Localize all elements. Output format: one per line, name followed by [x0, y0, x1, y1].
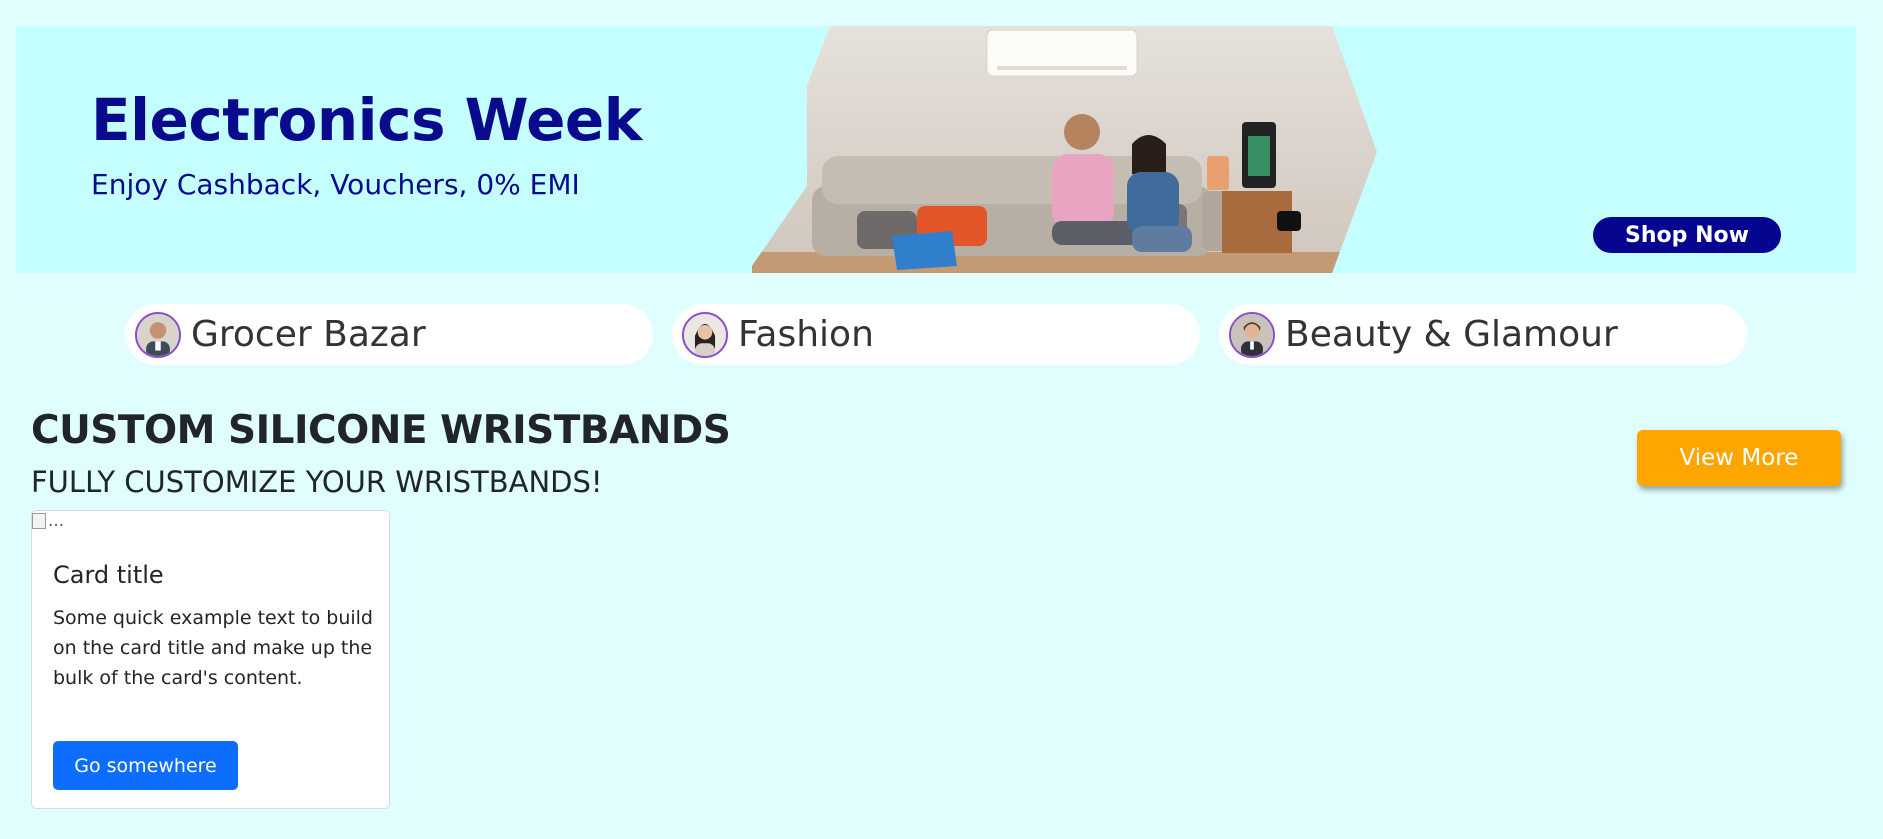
section-title: CUSTOM SILICONE WRISTBANDS — [31, 408, 731, 453]
banner-title: Electronics Week — [91, 86, 642, 154]
avatar-woman-icon — [682, 311, 728, 358]
card-image-placeholder: ... — [32, 511, 64, 531]
banner-lifestyle-image — [752, 26, 1377, 273]
card-title: Card title — [53, 561, 164, 589]
category-beauty-glamour[interactable]: Beauty & Glamour — [1219, 304, 1747, 365]
go-somewhere-button[interactable]: Go somewhere — [53, 741, 238, 790]
banner-subtitle: Enjoy Cashback, Vouchers, 0% EMI — [91, 168, 580, 201]
section-subtitle: FULLY CUSTOMIZE YOUR WRISTBANDS! — [31, 465, 603, 499]
category-label: Grocer Bazar — [191, 314, 426, 355]
product-card: ... Card title Some quick example text t… — [31, 510, 390, 809]
avatar-man-icon — [135, 311, 181, 358]
category-grocer-bazar[interactable]: Grocer Bazar — [125, 304, 653, 365]
avatar-man-icon — [1229, 311, 1275, 358]
card-image-alt: ... — [48, 511, 65, 531]
broken-image-icon — [32, 513, 46, 529]
category-label: Beauty & Glamour — [1285, 314, 1618, 355]
shop-now-button[interactable]: Shop Now — [1593, 217, 1781, 253]
category-label: Fashion — [738, 314, 874, 355]
category-fashion[interactable]: Fashion — [672, 304, 1200, 365]
view-more-button[interactable]: View More — [1637, 430, 1841, 486]
card-text: Some quick example text to build on the … — [53, 607, 373, 689]
promo-banner[interactable]: Electronics Week Enjoy Cashback, Voucher… — [16, 26, 1856, 273]
